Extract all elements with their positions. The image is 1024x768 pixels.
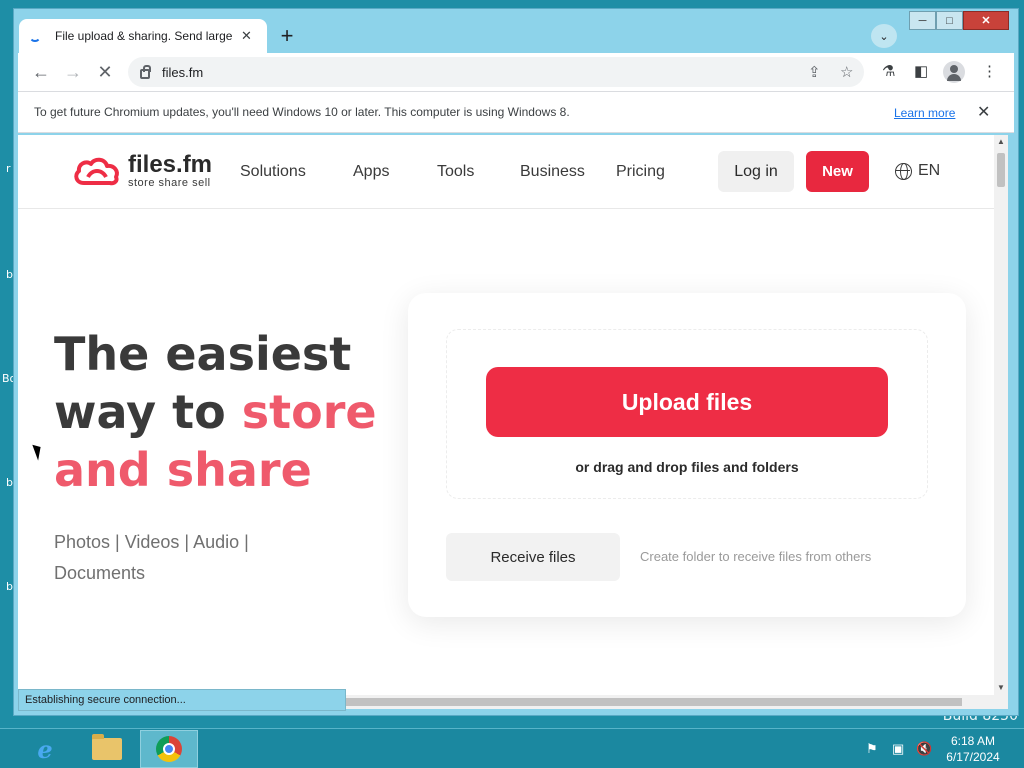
upload-files-button[interactable]: Upload files [486,367,888,437]
nav-solutions[interactable]: Solutions [240,163,306,181]
language-label: EN [918,162,941,179]
hero-line-1: The easiest [54,327,352,381]
clock-time: 6:18 AM [950,734,996,748]
chromium-icon [156,736,182,762]
taskbar-file-explorer[interactable] [78,730,136,768]
forward-button[interactable]: → [60,59,86,85]
scroll-up-arrow-icon[interactable]: ▲ [997,137,1005,146]
lock-icon[interactable] [140,64,151,79]
hero-title: The easiest way to store and share [54,325,377,499]
receive-files-hint: Create folder to receive files from othe… [640,549,872,564]
site-header: files.fm store share sell Solutions Apps… [18,135,994,209]
address-bar[interactable]: files.fm ⇪ ☆ [128,57,864,87]
infobar-text: To get future Chromium updates, you'll n… [34,105,570,119]
drag-drop-text: or drag and drop files and folders [575,459,799,475]
hero-subtitle: Photos | Videos | Audio | Documents [54,532,249,583]
maximize-button[interactable]: □ [936,11,963,30]
vertical-scrollbar[interactable]: ▲ ▼ [994,135,1008,695]
infobar-close-icon[interactable]: ✕ [977,102,990,122]
loading-spinner-icon [29,30,41,42]
browser-toolbar: ← → ✕ files.fm ⇪ ☆ ⚗ ◧ ⋮ [18,53,1014,91]
volume-muted-icon[interactable]: 🔇 [916,741,932,757]
desktop-icon-label-fragment[interactable]: b [6,268,13,281]
vertical-scroll-thumb[interactable] [997,153,1005,187]
login-button[interactable]: Log in [718,151,794,192]
nav-pricing[interactable]: Pricing [616,163,665,181]
logo-tagline: store share sell [128,177,211,189]
internet-explorer-icon: e [37,734,53,764]
taskbar: e ⚑ ▣ 🔇 6:18 AM 6/17/2024 [0,728,1024,768]
nav-tools[interactable]: Tools [437,163,474,181]
hero-line-2-text: way to [54,385,242,439]
menu-kebab-icon[interactable]: ⋮ [982,62,997,80]
clock-date: 6/17/2024 [946,750,1000,764]
browser-tab[interactable]: File upload & sharing. Send large files … [19,19,267,53]
tab-search-button[interactable]: ⌄ [871,24,897,48]
logo-name: files.fm [128,151,213,178]
language-selector[interactable]: EN [895,162,940,180]
cloud-logo-icon [74,157,119,186]
back-button[interactable]: ← [28,59,54,85]
status-bubble: Establishing secure connection... [18,689,346,711]
desktop-icon-label-fragment[interactable]: b [6,580,13,593]
nav-business[interactable]: Business [520,163,585,181]
site-logo[interactable]: files.fm store share sell [72,153,212,189]
experiments-flask-icon[interactable]: ⚗ [882,62,895,80]
learn-more-link[interactable]: Learn more [894,106,955,120]
network-icon[interactable]: ▣ [892,741,904,757]
browser-window: ─ □ ✕ File upload & sharing. Send large … [13,8,1019,716]
new-tab-button[interactable]: + [273,22,301,50]
nav-apps[interactable]: Apps [353,163,389,181]
window-controls: ─ □ ✕ [909,11,1009,30]
stop-loading-button[interactable]: ✕ [92,59,118,85]
minimize-button[interactable]: ─ [909,11,936,30]
globe-icon [895,162,912,180]
desktop-icon-label-fragment[interactable]: b [6,476,13,489]
hero-accent-store: store [241,385,377,439]
folder-icon [92,734,122,760]
side-panel-icon[interactable]: ◧ [914,62,928,80]
page-viewport: files.fm store share sell Solutions Apps… [18,135,994,695]
taskbar-clock[interactable]: 6:18 AM 6/17/2024 [938,733,1008,765]
tab-close-icon[interactable]: ✕ [241,28,252,44]
close-window-button[interactable]: ✕ [963,11,1009,30]
update-infobar: To get future Chromium updates, you'll n… [18,91,1014,133]
upload-card: Upload files or drag and drop files and … [408,293,966,617]
action-center-flag-icon[interactable]: ⚑ [866,741,878,757]
hero-line-3: and share [54,443,312,497]
taskbar-internet-explorer[interactable]: e [16,730,74,768]
desktop-icon-label-fragment[interactable]: r [6,162,11,175]
taskbar-chromium[interactable] [140,730,198,768]
url-text[interactable]: files.fm [162,65,203,80]
receive-files-button[interactable]: Receive files [446,533,620,581]
share-icon[interactable]: ⇪ [808,63,821,81]
tab-title: File upload & sharing. Send large files [55,29,233,43]
bookmark-star-icon[interactable]: ☆ [840,63,853,81]
new-button[interactable]: New [806,151,869,192]
hero-line-2: way to store [54,383,377,441]
scroll-down-arrow-icon[interactable]: ▼ [997,683,1005,692]
profile-avatar-icon[interactable] [943,61,965,83]
